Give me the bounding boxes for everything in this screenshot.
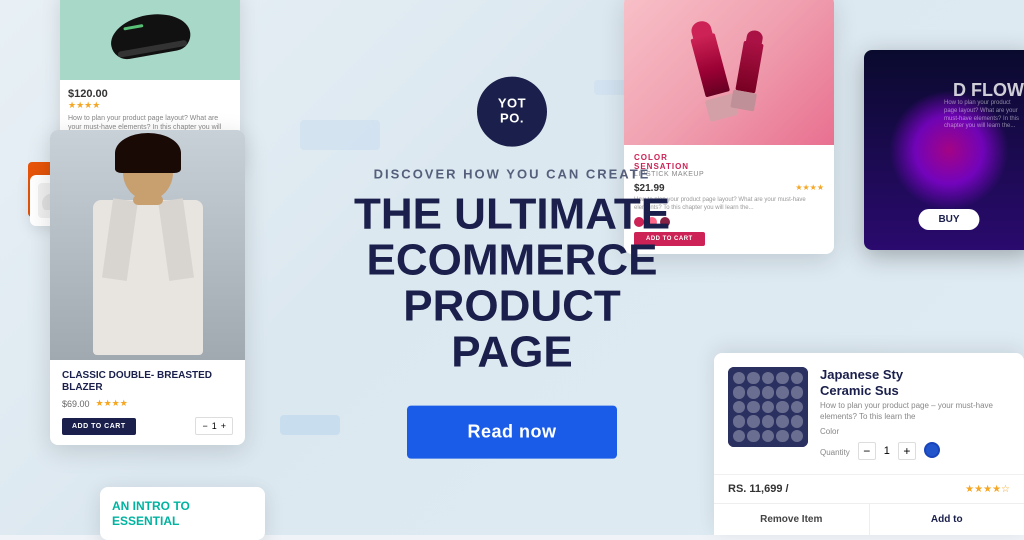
yotpo-logo: YOT PO.: [477, 76, 547, 146]
japanese-action-buttons: Remove Item Add to: [714, 503, 1024, 535]
qty-plus[interactable]: +: [221, 421, 226, 431]
japanese-stars: ★★★★☆: [965, 484, 1010, 495]
qty-value: 1: [212, 421, 217, 431]
japanese-quantity-control: − 1 +: [858, 442, 916, 460]
qty-minus[interactable]: −: [202, 421, 207, 431]
japanese-product-title: Japanese Sty Ceramic Sus: [820, 367, 1010, 398]
decorative-rect-2: [280, 415, 340, 435]
dark-card-description: How to plan your product page layout? Wh…: [944, 100, 1024, 131]
qty-display: 1: [884, 445, 890, 457]
product-color-swatch[interactable]: [924, 442, 940, 458]
hero-headline: THE ULTIMATE ECOMMERCE PRODUCT PAGE: [342, 191, 682, 376]
remove-item-button[interactable]: Remove Item: [714, 504, 870, 535]
ceramic-pattern: [728, 367, 808, 447]
blazer-actions: ADD TO CART − 1 +: [62, 417, 233, 435]
blazer-price: $69.00: [62, 399, 90, 409]
blazer-product-image: [50, 130, 245, 360]
yotpo-logo-text: YOT PO.: [498, 97, 526, 126]
discover-subtitle: DISCOVER HOW YOU CAN CREATE: [342, 166, 682, 181]
qty-decrement-button[interactable]: −: [858, 442, 876, 460]
blazer-stars: ★★★★: [96, 398, 128, 409]
headline-line-3: PRODUCT PAGE: [403, 282, 621, 377]
headline-line-2: ECOMMERCE: [367, 235, 658, 284]
japanese-product-description: How to plan your product page – your mus…: [820, 401, 1010, 422]
blazer-title: CLASSIC DOUBLE- BREASTED BLAZER: [62, 370, 233, 394]
blazer-card-body: CLASSIC DOUBLE- BREASTED BLAZER $69.00 ★…: [50, 360, 245, 445]
japanese-quantity-label: Quantity: [820, 448, 850, 457]
japanese-product-image: [728, 367, 808, 447]
shoe-stars: ★★★★: [68, 100, 232, 111]
japanese-color-label: Color: [820, 427, 1010, 436]
hero-section: YOT PO. DISCOVER HOW YOU CAN CREATE THE …: [342, 76, 682, 459]
read-now-button[interactable]: Read now: [407, 406, 616, 459]
blazer-add-to-cart-button[interactable]: ADD TO CART: [62, 418, 136, 435]
intro-card: AN INTRO TO ESSENTIAL: [100, 487, 265, 540]
dark-buy-button[interactable]: BUY: [918, 209, 979, 230]
qty-increment-button[interactable]: +: [898, 442, 916, 460]
japanese-product-card: Japanese Sty Ceramic Sus How to plan you…: [714, 353, 1024, 535]
japanese-price: RS. 11,699 /: [728, 483, 789, 495]
shoe-price: $120.00: [68, 88, 232, 100]
shoe-product-image: [60, 0, 240, 80]
dark-card-label: D FLOW: [953, 80, 1024, 101]
headline-line-1: THE ULTIMATE: [354, 189, 670, 238]
blazer-quantity-control: − 1 +: [195, 417, 233, 435]
add-to-cart-button[interactable]: Add to: [870, 504, 1024, 535]
lipstick-stars: ★★★★: [795, 183, 824, 192]
japanese-product-info: Japanese Sty Ceramic Sus How to plan you…: [820, 367, 1010, 460]
dark-product-card: D FLOW BUY How to plan your product page…: [864, 50, 1024, 250]
blazer-product-card: CLASSIC DOUBLE- BREASTED BLAZER $69.00 ★…: [50, 130, 245, 445]
intro-title: AN INTRO TO ESSENTIAL: [112, 499, 253, 528]
japanese-price-row: RS. 11,699 / ★★★★☆: [714, 474, 1024, 503]
japanese-card-main: Japanese Sty Ceramic Sus How to plan you…: [714, 353, 1024, 474]
